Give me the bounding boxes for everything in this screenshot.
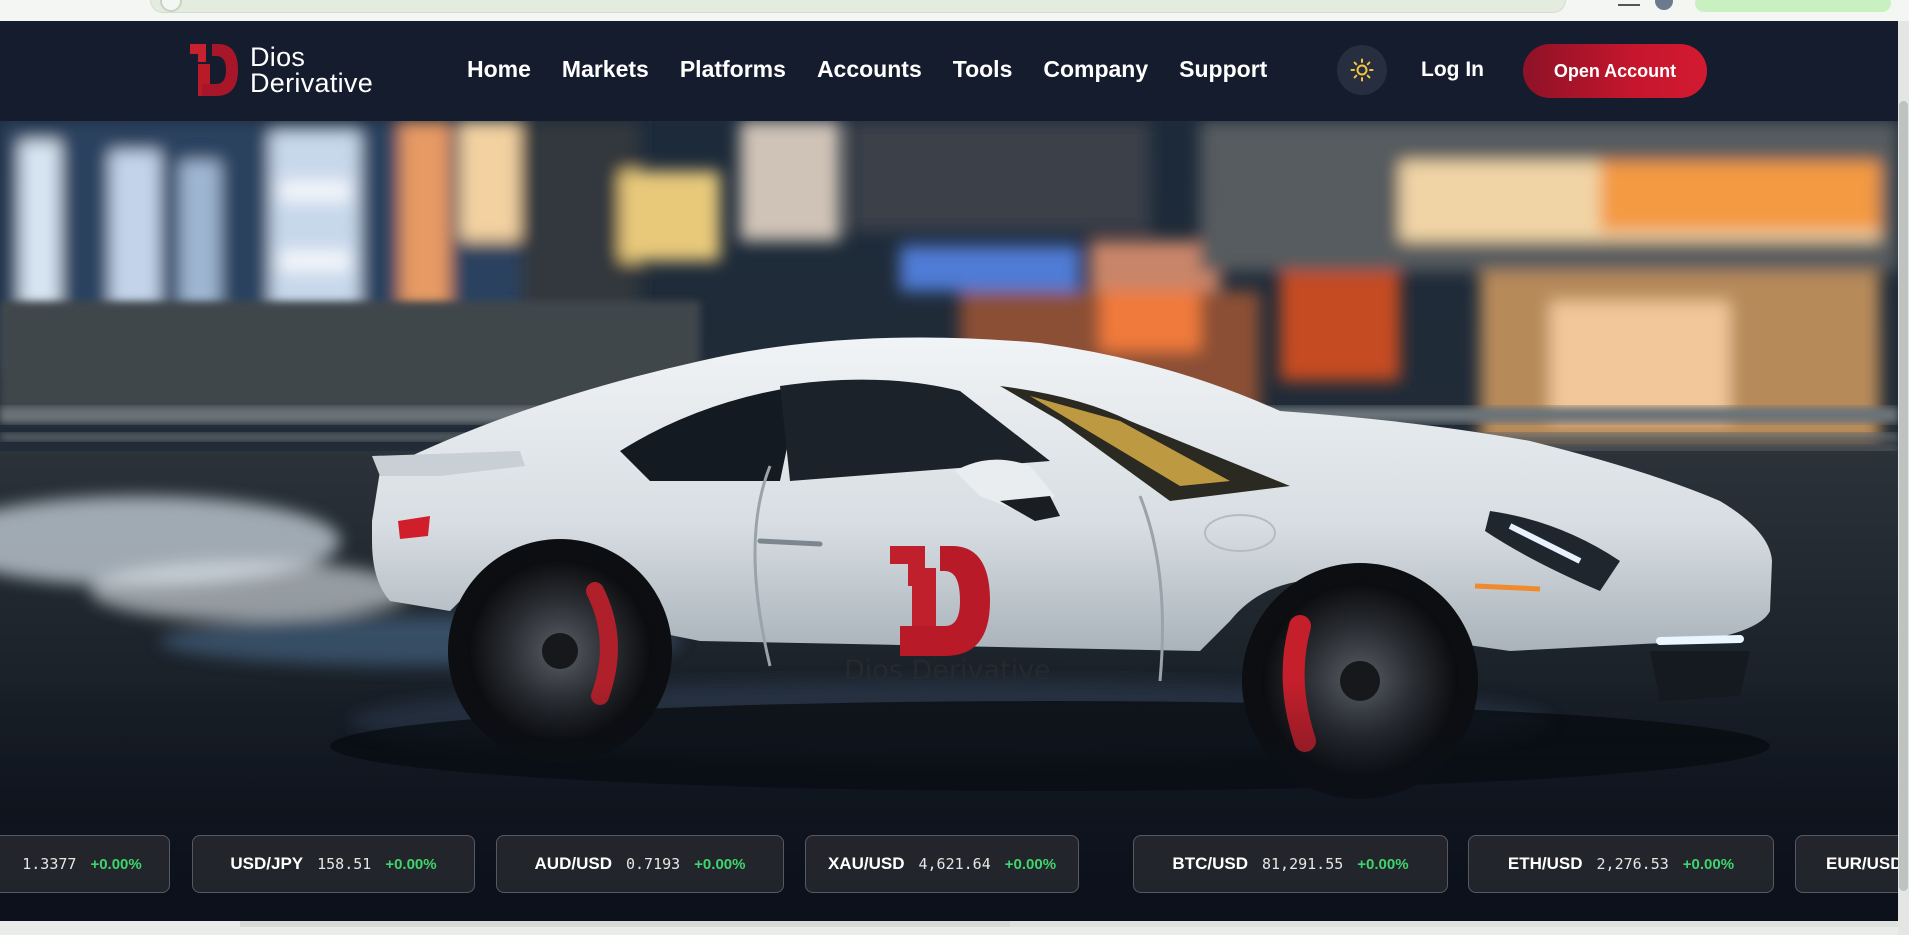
bottom-edge-segment xyxy=(240,921,1010,927)
brand-logo[interactable]: Dios Derivative xyxy=(188,40,373,100)
ticker-item[interactable]: EUR/USD xyxy=(1795,835,1898,893)
brand-name: Dios Derivative xyxy=(250,42,374,98)
nav-markets[interactable]: Markets xyxy=(562,56,649,83)
nav-tools[interactable]: Tools xyxy=(953,56,1013,83)
hero-image xyxy=(0,121,1898,921)
ticker-symbol: AUD/USD xyxy=(534,854,612,873)
ticker-price: 81,291.55 xyxy=(1261,855,1344,873)
scrollbar-thumb[interactable] xyxy=(1899,101,1908,891)
hero-section: Dios Derivative xyxy=(0,121,1898,921)
bottom-edge xyxy=(0,921,1898,935)
ticker-symbol: ETH/USD xyxy=(1507,854,1583,873)
open-account-button[interactable]: Open Account xyxy=(1523,44,1707,98)
browser-extension-icon[interactable] xyxy=(1618,0,1640,6)
theme-toggle-button[interactable] xyxy=(1337,45,1387,95)
ticker-symbol: USD/JPY xyxy=(230,854,304,873)
website-viewport: Dios Derivative Dios Derivative Home Mar… xyxy=(0,21,1898,921)
ticker-symbol: BTC/USD xyxy=(1172,854,1248,873)
ticker-change: +0.00% xyxy=(385,855,437,873)
nav-company[interactable]: Company xyxy=(1043,56,1148,83)
ticker-change: +0.00% xyxy=(1682,855,1735,873)
bottom-edge-segment xyxy=(1010,921,1898,927)
ticker-item[interactable]: BTC/USD 81,291.55 +0.00% xyxy=(1133,835,1448,893)
nav-platforms[interactable]: Platforms xyxy=(680,56,786,83)
ticker-price: 158.51 xyxy=(317,855,372,873)
login-link[interactable]: Log In xyxy=(1421,58,1484,82)
ticker-symbol: EUR/USD xyxy=(1826,854,1898,873)
ticker-price: 1.3377 xyxy=(22,855,77,873)
brand-logo-icon xyxy=(190,44,238,96)
ticker-item[interactable]: AUD/USD 0.7193 +0.00% xyxy=(496,835,784,893)
ticker-symbol: XAU/USD xyxy=(827,854,905,873)
ticker-price: 2,276.53 xyxy=(1596,855,1669,873)
market-ticker: 1.3377 +0.00% USD/JPY 158.51 +0.00% AUD/… xyxy=(0,835,1898,893)
browser-action-button[interactable] xyxy=(1695,0,1891,12)
nav-accounts[interactable]: Accounts xyxy=(817,56,922,83)
page-scrollbar[interactable] xyxy=(1898,21,1909,935)
ticker-price: 4,621.64 xyxy=(918,855,991,873)
ticker-item[interactable]: XAU/USD 4,621.64 +0.00% xyxy=(805,835,1079,893)
car-brand-text: Dios Derivative xyxy=(844,655,1051,686)
nav-support[interactable]: Support xyxy=(1179,56,1267,83)
ticker-price: 0.7193 xyxy=(625,855,681,873)
address-bar[interactable] xyxy=(150,0,1566,13)
ticker-change: +0.00% xyxy=(90,855,142,873)
sun-icon xyxy=(1350,58,1374,82)
ticker-item[interactable]: USD/JPY 158.51 +0.00% xyxy=(192,835,475,893)
browser-toolbar xyxy=(0,0,1909,21)
profile-avatar[interactable] xyxy=(1655,0,1673,10)
brand-name-line2: Derivative xyxy=(250,68,374,98)
primary-nav: Home Markets Platforms Accounts Tools Co… xyxy=(467,56,1298,83)
ticker-item[interactable]: ETH/USD 2,276.53 +0.00% xyxy=(1468,835,1774,893)
ticker-change: +0.00% xyxy=(1357,855,1409,873)
ticker-item[interactable]: 1.3377 +0.00% xyxy=(0,835,170,893)
brand-name-line1: Dios xyxy=(250,42,306,72)
main-navbar: Dios Derivative Home Markets Platforms A… xyxy=(0,21,1898,121)
nav-home[interactable]: Home xyxy=(467,56,531,83)
ticker-change: +0.00% xyxy=(694,855,746,873)
ticker-change: +0.00% xyxy=(1004,855,1057,873)
